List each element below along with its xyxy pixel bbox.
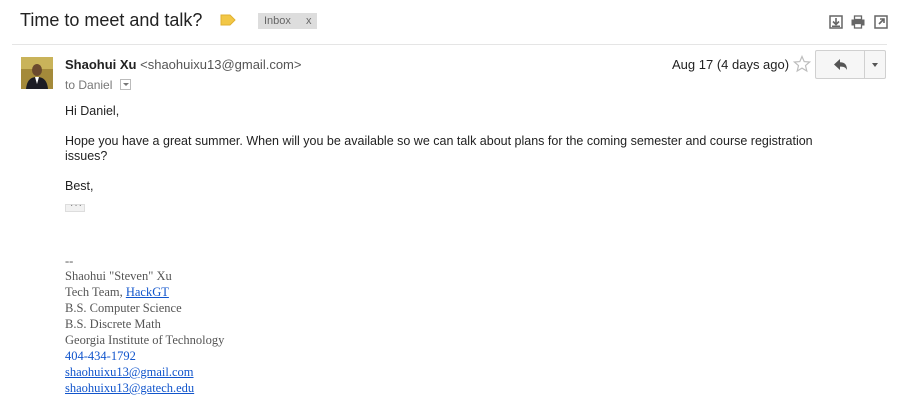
signature-email-1: shaohuixu13@gmail.com [65,364,194,380]
signature-separator: -- [65,254,74,268]
closing: Best, [65,179,94,193]
header-divider [12,44,887,45]
more-actions-button[interactable] [864,51,886,78]
signature-name: Shaohui "Steven" Xu [65,269,172,283]
message-date: Aug 17 (4 days ago) [672,57,790,72]
signature-degree-1: B.S. Computer Science [65,301,182,315]
body-paragraph: Hope you have a great summer. When will … [65,134,865,164]
body-line-2: issues? [65,149,108,163]
label-tag-icon[interactable] [220,14,236,26]
body-line-1: Hope you have a great summer. When will … [65,134,813,148]
download-icon[interactable] [829,15,843,29]
inbox-label-chip[interactable]: Inbox x [258,13,317,29]
phone-number-link[interactable]: 404-434-1792 [65,349,136,363]
remove-label-button[interactable]: x [306,13,312,29]
reply-button[interactable] [816,51,863,78]
sender-name[interactable]: Shaohui Xu [65,57,137,72]
signature-team-prefix: Tech Team, [65,285,126,299]
signature-team: Tech Team, HackGT [65,284,169,300]
sender-info: Shaohui Xu <shaohuixu13@gmail.com> [65,57,301,72]
recipient-line: to Daniel [65,78,131,92]
show-trimmed-content-button[interactable]: ··· [65,200,85,212]
subject-bar: Time to meet and talk? Inbox x [0,0,917,44]
avatar-image [21,57,53,89]
open-in-new-window-icon[interactable] [874,15,888,29]
sender-email: <shaohuixu13@gmail.com> [140,57,302,72]
reply-icon [834,59,847,70]
email-subject: Time to meet and talk? [20,10,203,30]
print-icon[interactable] [851,15,865,29]
avatar[interactable] [21,57,53,89]
signature-degree-2: B.S. Discrete Math [65,317,161,331]
inbox-label-text: Inbox [264,15,291,27]
greeting: Hi Daniel, [65,104,120,118]
star-icon[interactable] [793,55,811,73]
recipient-name: Daniel [78,78,113,92]
gmail-address-link[interactable]: shaohuixu13@gmail.com [65,365,194,379]
ellipsis-label: ··· [70,200,83,211]
signature-email-2: shaohuixu13@gatech.edu [65,380,194,396]
hackgt-link[interactable]: HackGT [126,285,169,299]
reply-button-group [815,50,886,79]
gatech-address-link[interactable]: shaohuixu13@gatech.edu [65,381,194,395]
to-prefix: to [65,78,76,92]
show-details-dropdown[interactable] [119,79,131,90]
signature-school: Georgia Institute of Technology [65,333,225,347]
signature-phone: 404-434-1792 [65,348,136,364]
